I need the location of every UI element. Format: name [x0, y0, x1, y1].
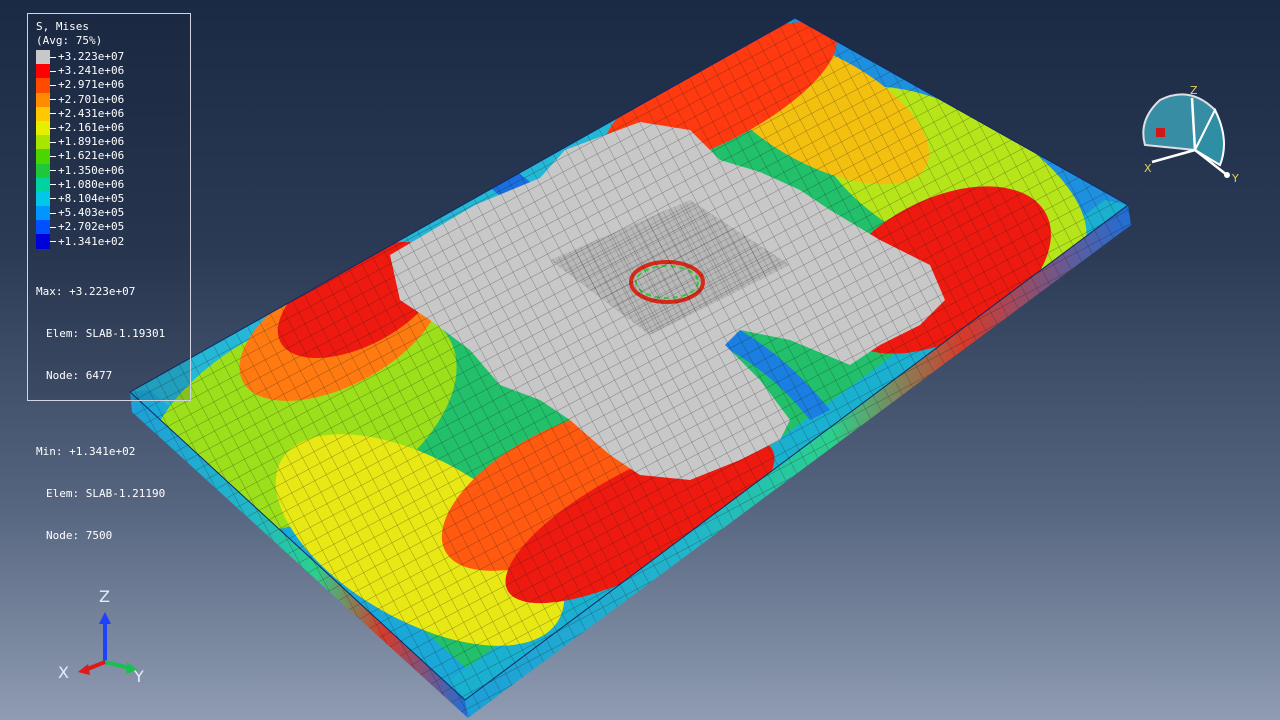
- legend-swatch: [36, 163, 50, 178]
- legend-value: +2.161e+06: [58, 121, 125, 135]
- view-cube-y-label: Y: [1231, 172, 1239, 185]
- view-cube-z-label: Z: [1190, 84, 1198, 97]
- legend-swatch: [36, 149, 50, 164]
- min-element: Elem: SLAB-1.21190: [46, 486, 166, 500]
- legend-level: +2.431e+06: [36, 106, 182, 121]
- legend-value: +3.223e+07: [58, 50, 125, 64]
- legend-level: +1.080e+06: [36, 177, 182, 192]
- legend-tick: [50, 241, 56, 243]
- legend-tick: [50, 141, 56, 143]
- legend-level: +8.104e+05: [36, 191, 182, 207]
- max-element: Elem: SLAB-1.19301: [46, 326, 166, 340]
- legend-scale: +3.223e+07 +3.241e+06 +2.971e+06 +2.701e+06…: [36, 50, 182, 249]
- legend-tick: [50, 226, 56, 228]
- legend-swatch: [36, 120, 50, 136]
- legend-swatch: [36, 191, 50, 207]
- triad-y-label: Y: [133, 667, 144, 686]
- legend-subtitle: (Avg: 75%): [36, 34, 103, 47]
- legend-level: +1.341e+02: [36, 234, 182, 249]
- legend-level: +1.350e+06: [36, 163, 182, 178]
- legend-level: +2.161e+06: [36, 120, 182, 136]
- legend-tick: [50, 99, 56, 101]
- legend-tick: [50, 212, 56, 214]
- legend-swatch: [36, 50, 50, 65]
- triad-x-label: X: [58, 663, 69, 682]
- legend-value: +2.431e+06: [58, 106, 125, 120]
- legend-stats: Max: +3.223e+07 Elem: SLAB-1.19301 Node:…: [36, 257, 182, 571]
- legend-level: +5.403e+05: [36, 206, 182, 221]
- max-node: Node: 6477: [46, 368, 113, 382]
- legend-tick: [50, 84, 56, 86]
- legend-tick: [50, 56, 56, 58]
- legend-level: +1.621e+06: [36, 149, 182, 164]
- max-value: Max: +3.223e+07: [36, 284, 136, 298]
- legend-swatch: [36, 220, 50, 235]
- legend-value: +2.702e+05: [58, 220, 125, 234]
- legend-value: +1.341e+02: [58, 234, 125, 248]
- legend-tick: [50, 184, 56, 186]
- legend-tick: [50, 113, 56, 115]
- legend-tick: [50, 170, 56, 172]
- view-cube-x-label: X: [1144, 162, 1152, 175]
- view-cube-marker: [1156, 128, 1165, 137]
- legend-level: +2.702e+05: [36, 220, 182, 235]
- legend-level: +3.223e+07: [36, 50, 182, 65]
- legend-level: +2.701e+06: [36, 92, 182, 107]
- legend-swatch: [36, 106, 50, 121]
- contour-legend: S, Mises (Avg: 75%) +3.223e+07 +3.241e+06…: [27, 13, 191, 542]
- view-cube[interactable]: Z X Y: [1130, 80, 1250, 190]
- triad-z-label: Z: [99, 587, 110, 606]
- coordinate-triad: Z X Y: [58, 587, 144, 686]
- legend-value: +2.701e+06: [58, 92, 125, 106]
- legend-level: +1.891e+06: [36, 135, 182, 150]
- legend-swatch: [36, 64, 50, 79]
- legend-swatch: [36, 78, 50, 93]
- legend-level: +2.971e+06: [36, 78, 182, 93]
- legend-swatch: [36, 135, 50, 150]
- legend-swatch: [36, 234, 50, 249]
- legend-tick: [50, 155, 56, 157]
- legend-swatch: [36, 177, 50, 192]
- legend-value: +3.241e+06: [58, 64, 125, 78]
- legend-tick: [50, 127, 56, 129]
- min-value: Min: +1.341e+02: [36, 444, 136, 458]
- legend-title: S, Mises: [36, 20, 89, 33]
- legend-value: +1.891e+06: [58, 135, 125, 149]
- legend-tick: [50, 198, 56, 200]
- min-node: Node: 7500: [46, 528, 113, 542]
- legend-value: +2.971e+06: [58, 78, 125, 92]
- legend-value: +1.621e+06: [58, 149, 125, 163]
- legend-swatch: [36, 206, 50, 221]
- fea-viewport[interactable]: [0, 0, 1280, 720]
- legend-value: +1.080e+06: [58, 177, 125, 191]
- legend-value: +5.403e+05: [58, 206, 125, 220]
- legend-tick: [50, 70, 56, 72]
- legend-level: +3.241e+06: [36, 64, 182, 79]
- legend-value: +1.350e+06: [58, 163, 125, 177]
- legend-value: +8.104e+05: [58, 191, 125, 205]
- legend-swatch: [36, 92, 50, 107]
